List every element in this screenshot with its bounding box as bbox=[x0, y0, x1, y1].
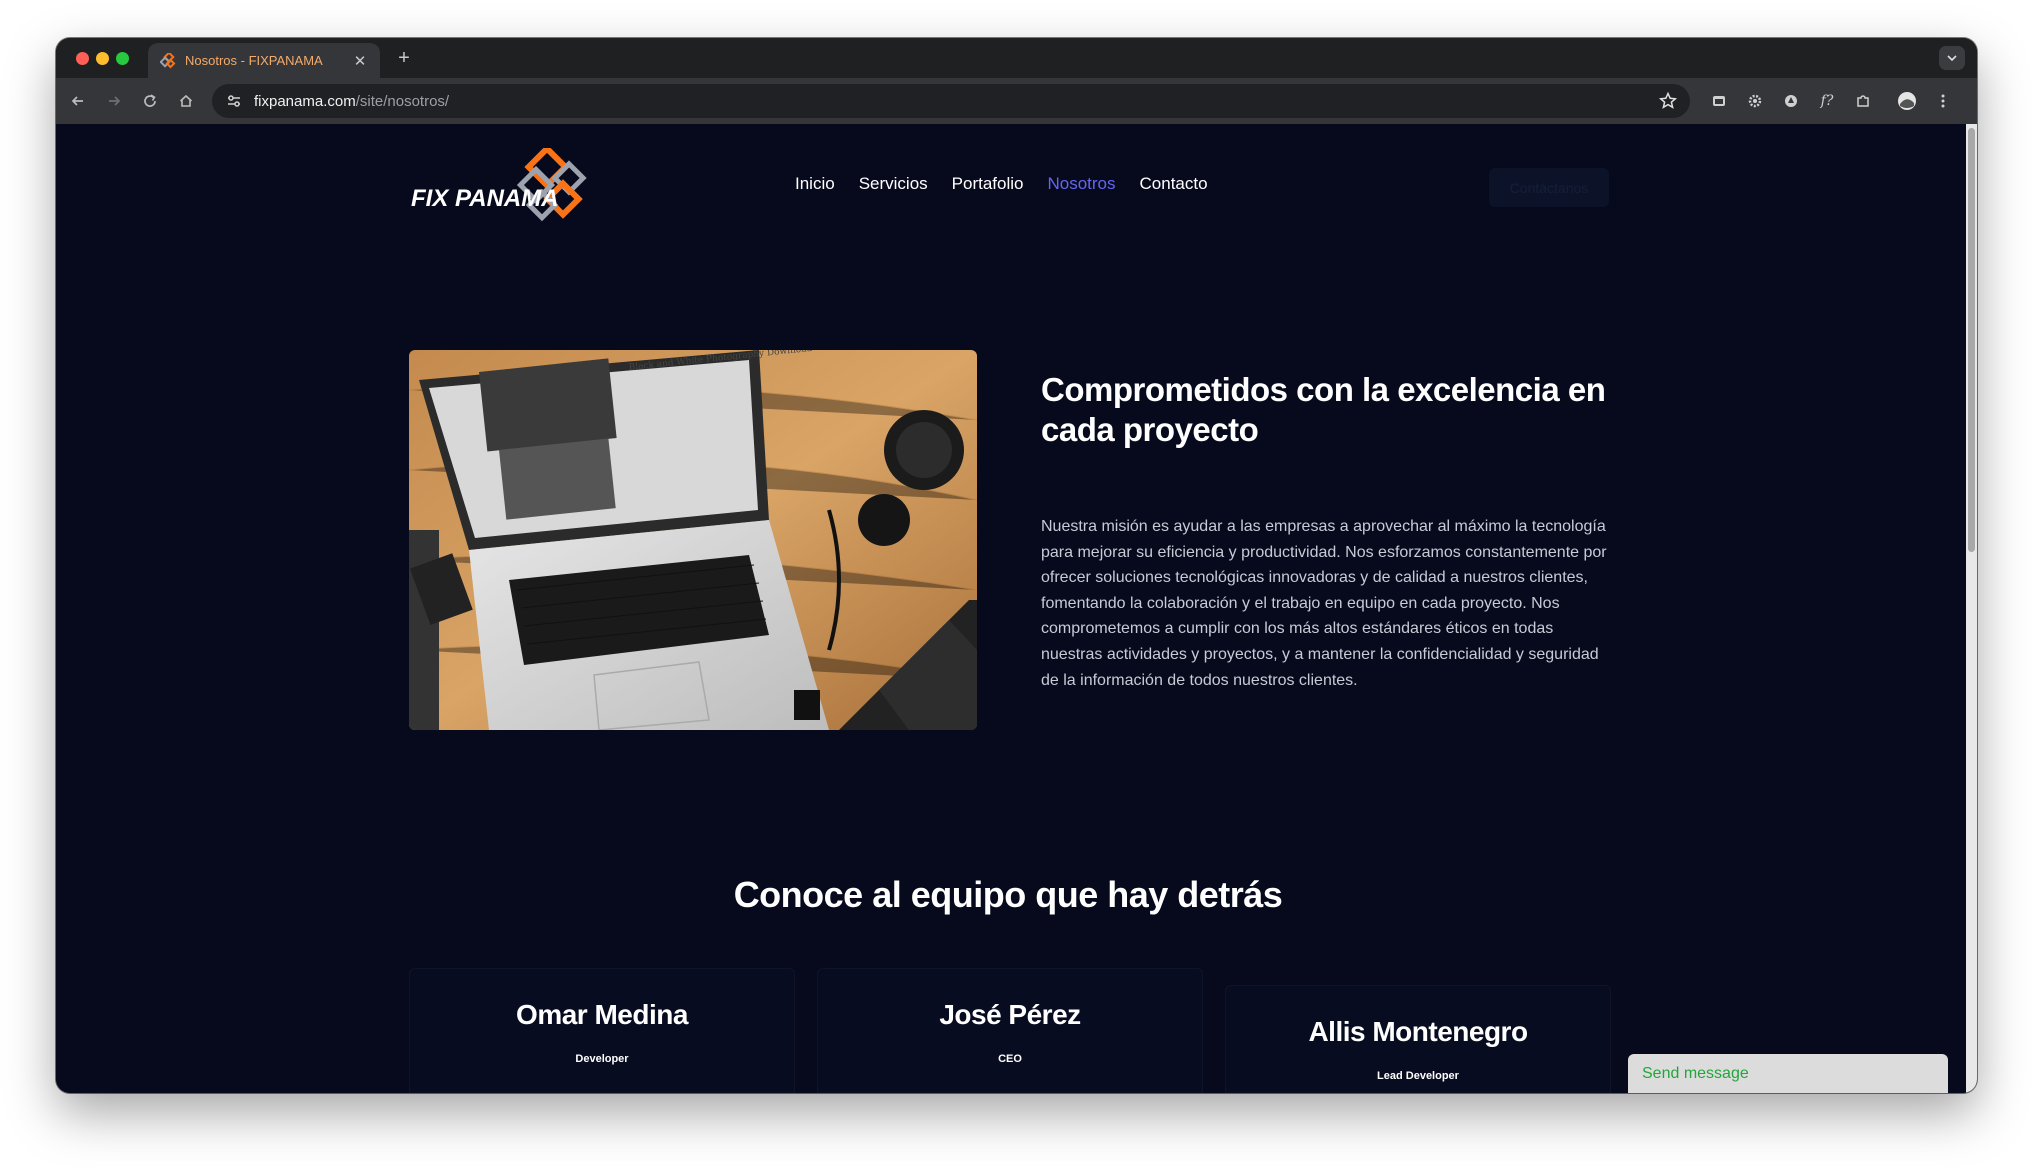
logo-wordmark: FIX PANAMA bbox=[411, 185, 559, 212]
extension-function-icon[interactable]: f? bbox=[1816, 90, 1838, 112]
nav-link-contacto[interactable]: Contacto bbox=[1140, 174, 1208, 194]
hero-image: Black and White Photography Download bbox=[409, 350, 977, 730]
page-scrollbar[interactable] bbox=[1966, 124, 1977, 1093]
team-member-name: José Pérez bbox=[939, 999, 1081, 1030]
bookmark-star-icon[interactable] bbox=[1658, 91, 1678, 111]
active-tab[interactable]: Nosotros - FIXPANAMA ✕ bbox=[148, 43, 380, 78]
address-bar[interactable]: fixpanama.com/site/nosotros/ bbox=[212, 84, 1690, 118]
tab-strip: Nosotros - FIXPANAMA ✕ + bbox=[56, 38, 1977, 78]
maximize-window-button[interactable] bbox=[116, 52, 129, 65]
tab-title: Nosotros - FIXPANAMA bbox=[185, 53, 323, 68]
hero-body: Nuestra misión es ayudar a las empresas … bbox=[1041, 518, 1607, 689]
team-section-title: Conoce al equipo que hay detrás bbox=[56, 874, 1966, 916]
send-message-widget[interactable]: Send message bbox=[1628, 1054, 1948, 1093]
close-tab-icon[interactable]: ✕ bbox=[352, 52, 368, 70]
scrollbar-thumb[interactable] bbox=[1968, 128, 1975, 552]
extensions-puzzle-icon[interactable] bbox=[1852, 90, 1874, 112]
forward-button[interactable] bbox=[102, 89, 126, 113]
home-icon bbox=[179, 94, 193, 107]
site-info-button[interactable] bbox=[224, 91, 244, 111]
tab-search-button[interactable] bbox=[1939, 46, 1965, 70]
profile-avatar[interactable] bbox=[1896, 90, 1918, 112]
team-member-role: Lead Developer bbox=[1377, 1070, 1459, 1082]
chevron-down-icon bbox=[1947, 55, 1957, 62]
team-member-name: Allis Montenegro bbox=[1308, 1016, 1528, 1047]
reload-icon bbox=[144, 94, 156, 107]
arrow-right-icon bbox=[109, 96, 121, 106]
new-tab-icon[interactable]: + bbox=[392, 46, 416, 70]
team-member-name: Omar Medina bbox=[516, 999, 688, 1030]
home-button[interactable] bbox=[174, 89, 198, 113]
team-member-role: CEO bbox=[998, 1053, 1022, 1065]
reload-button[interactable] bbox=[138, 89, 162, 113]
fixpanama-logo-icon: FIX PANAMA bbox=[411, 144, 587, 222]
url-domain: fixpanama.com bbox=[254, 92, 356, 110]
nav-link-servicios[interactable]: Servicios bbox=[859, 174, 928, 194]
main-nav: Inicio Servicios Portafolio Nosotros Con… bbox=[795, 174, 1208, 194]
close-window-button[interactable] bbox=[76, 52, 89, 65]
nav-link-portafolio[interactable]: Portafolio bbox=[952, 174, 1024, 194]
site-logo[interactable]: FIX PANAMA bbox=[409, 144, 631, 230]
extension-shield-icon[interactable] bbox=[1780, 90, 1802, 112]
team-member-role: Developer bbox=[575, 1053, 629, 1065]
arrow-left-icon bbox=[71, 96, 83, 106]
nav-link-nosotros[interactable]: Nosotros bbox=[1047, 174, 1115, 194]
browser-menu-icon[interactable] bbox=[1932, 90, 1954, 112]
page-viewport: FIX PANAMA Inicio Servicios Portafolio N… bbox=[56, 124, 1966, 1093]
url-path: /site/nosotros/ bbox=[355, 92, 450, 110]
team-title-text: Conoce al equipo que hay detrás bbox=[733, 874, 1283, 915]
laptop-desk-photo-icon: Black and White Photography Download bbox=[409, 350, 977, 730]
tune-icon bbox=[228, 95, 240, 107]
minimize-window-button[interactable] bbox=[96, 52, 109, 65]
fixpanama-favicon-icon bbox=[160, 52, 176, 68]
team-card: José Pérez CEO bbox=[817, 968, 1203, 1093]
browser-toolbar: fixpanama.com/site/nosotros/ f? bbox=[56, 78, 1977, 124]
nav-link-inicio[interactable]: Inicio bbox=[795, 174, 835, 194]
extension-window-icon[interactable] bbox=[1708, 90, 1730, 112]
extension-gear-icon[interactable] bbox=[1744, 90, 1766, 112]
back-button[interactable] bbox=[66, 89, 90, 113]
browser-window: Nosotros - FIXPANAMA ✕ + fixpanama.com/s… bbox=[56, 38, 1977, 1093]
team-card: Omar Medina Developer bbox=[409, 968, 795, 1093]
team-card: Allis Montenegro Lead Developer bbox=[1225, 985, 1611, 1093]
contact-cta-button[interactable]: Contáctanos bbox=[1489, 168, 1609, 207]
hero-title: Comprometidos con la excelencia en cada … bbox=[1041, 371, 1606, 448]
